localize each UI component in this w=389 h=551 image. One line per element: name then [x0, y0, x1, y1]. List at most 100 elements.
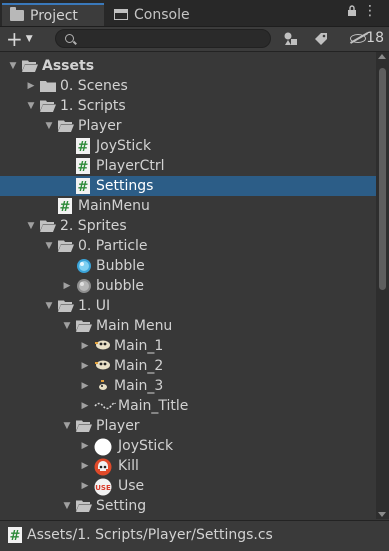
tree-row[interactable]: ▼ 1. UI — [0, 296, 376, 316]
tree-row[interactable]: ▶ Main_3 — [0, 376, 376, 396]
folder-open-icon — [22, 60, 38, 76]
tree-row[interactable]: # PlayerCtrl — [0, 156, 376, 176]
collapse-arrow-icon[interactable]: ▶ — [80, 341, 90, 351]
tree-row[interactable]: ▶ Kill — [0, 456, 376, 476]
collapse-arrow-icon[interactable]: ▶ — [26, 81, 36, 91]
tree-row[interactable]: ▶ Main_Title — [0, 396, 376, 416]
add-button-label: + — [6, 27, 23, 51]
expand-arrow-icon[interactable]: ▼ — [8, 61, 18, 71]
search-icon — [65, 34, 74, 43]
sprite-b-icon — [94, 378, 110, 394]
collapse-arrow-icon[interactable]: ▶ — [80, 361, 90, 371]
expand-arrow-icon[interactable]: ▼ — [26, 101, 36, 111]
tree-row[interactable]: ▶ Main_2 — [0, 356, 376, 376]
shapes-icon — [284, 32, 297, 45]
expand-arrow-icon[interactable]: ▼ — [62, 421, 72, 431]
folder-open-icon — [58, 240, 74, 256]
add-button[interactable]: + ▼ — [6, 27, 42, 51]
tree-row[interactable]: ▶ bubble — [0, 276, 376, 296]
tree-row-label: Assets — [42, 58, 95, 74]
skull-sprite-icon — [94, 458, 112, 476]
tree-row-label: Main Menu — [96, 318, 173, 334]
tree-row-label: 0. Scenes — [60, 78, 128, 94]
tree-row[interactable]: ▶ 0. Scenes — [0, 76, 376, 96]
bubble-gray-sprite-icon — [76, 278, 92, 294]
script-icon: # — [76, 138, 92, 154]
folder-open-icon — [76, 420, 92, 436]
tree-row[interactable]: Bubble — [0, 256, 376, 276]
tree-row[interactable]: ▼ Assets — [0, 56, 376, 76]
vertical-scrollbar[interactable] — [376, 52, 389, 519]
tree-row-label: Player — [96, 418, 140, 434]
selected-asset-path: Assets/1. Scripts/Player/Settings.cs — [27, 527, 273, 543]
tab-project[interactable]: Project — [2, 3, 104, 26]
expand-arrow-icon[interactable]: ▼ — [44, 241, 54, 251]
tree-row-label: Setting — [96, 498, 147, 514]
script-icon: # — [76, 178, 92, 194]
folder-icon — [40, 80, 56, 96]
script-icon: # — [76, 158, 92, 174]
tree-row-label: bubble — [96, 278, 145, 294]
expand-arrow-icon[interactable]: ▼ — [44, 121, 54, 131]
collapse-arrow-icon[interactable]: ▶ — [80, 441, 90, 451]
expand-arrow-icon[interactable]: ▼ — [44, 301, 54, 311]
collapse-arrow-icon[interactable]: ▶ — [62, 281, 72, 291]
scrollbar-thumb[interactable] — [379, 68, 386, 290]
folder-open-icon — [76, 500, 92, 516]
folder-open-icon — [40, 100, 56, 116]
expand-arrow-icon[interactable]: ▼ — [62, 501, 72, 511]
lock-icon[interactable] — [347, 5, 357, 17]
tree-row[interactable]: ▼ Player — [0, 116, 376, 136]
svg-text:USE: USE — [95, 484, 111, 492]
tab-bar: Project Console ⋮ — [0, 0, 389, 27]
tab-project-label: Project — [30, 7, 78, 24]
tree-row[interactable]: ▼ Setting — [0, 496, 376, 516]
tree-row[interactable]: # MainMenu — [0, 196, 376, 216]
expand-arrow-icon[interactable]: ▼ — [62, 321, 72, 331]
tree-row[interactable]: ▶ Main_1 — [0, 336, 376, 356]
tree-row[interactable]: ▼ 1. Scripts — [0, 96, 376, 116]
tree-row[interactable]: ▼ 2. Sprites — [0, 216, 376, 236]
filter-by-label-button[interactable] — [308, 28, 334, 50]
white-circle-sprite-icon — [94, 438, 112, 456]
tree-row-label: PlayerCtrl — [96, 158, 165, 174]
scroll-down-icon[interactable] — [378, 512, 386, 517]
tree-row[interactable]: ▼ Player — [0, 416, 376, 436]
script-icon: # — [58, 198, 74, 214]
bubble-sprite-icon — [76, 258, 92, 274]
collapse-arrow-icon[interactable]: ▶ — [80, 401, 90, 411]
tree-row-label: Settings — [96, 178, 154, 194]
filter-by-type-button[interactable] — [278, 28, 304, 50]
search-input[interactable] — [55, 29, 271, 48]
collapse-arrow-icon[interactable]: ▶ — [80, 481, 90, 491]
tree-row-label: JoyStick — [118, 438, 174, 454]
expand-arrow-icon[interactable]: ▼ — [26, 221, 36, 231]
svg-text:#: # — [78, 160, 89, 174]
tree-row-label: Main_3 — [114, 378, 164, 394]
tree-row[interactable]: # JoyStick — [0, 136, 376, 156]
tree-row-label: 1. Scripts — [60, 98, 126, 114]
svg-text:#: # — [78, 180, 89, 194]
tree-row-label: Main_2 — [114, 358, 164, 374]
tree-row[interactable]: ▼ Main Menu — [0, 316, 376, 336]
tab-console[interactable]: Console — [106, 3, 210, 26]
project-tree[interactable]: ▼ Assets ▶ 0. Scenes ▼ 1. Scripts ▼ Player # JoyS… — [0, 52, 376, 519]
collapse-arrow-icon[interactable]: ▶ — [80, 381, 90, 391]
scroll-up-icon[interactable] — [378, 54, 386, 59]
hidden-packages-button[interactable]: 18 — [338, 28, 388, 50]
collapse-arrow-icon[interactable]: ▶ — [80, 461, 90, 471]
chevron-down-icon: ▼ — [25, 34, 33, 44]
tree-row[interactable]: ▶ JoyStick — [0, 436, 376, 456]
tree-row[interactable]: ▼ 0. Particle — [0, 236, 376, 256]
tree-row-label: Kill — [118, 458, 139, 474]
folder-open-icon — [40, 220, 56, 236]
folder-icon — [10, 7, 24, 21]
script-icon: # — [8, 527, 22, 543]
use-sprite-icon: USE — [94, 478, 112, 496]
tree-row[interactable]: # Settings — [0, 176, 376, 196]
tree-row[interactable]: ▶ USE Use — [0, 476, 376, 496]
more-options-icon[interactable]: ⋮ — [363, 3, 377, 19]
tree-row-label: Main_1 — [114, 338, 164, 354]
svg-text:#: # — [78, 140, 89, 154]
hidden-count: 18 — [366, 30, 384, 46]
